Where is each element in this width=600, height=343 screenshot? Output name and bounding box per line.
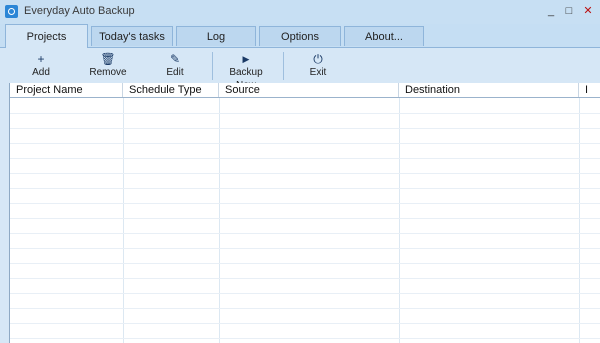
- row-divider: [10, 128, 600, 129]
- row-divider: [10, 143, 600, 144]
- row-divider: [10, 293, 600, 294]
- table-header: Project Name Schedule Type Source Destin…: [10, 83, 600, 98]
- row-divider: [10, 188, 600, 189]
- edit-label: Edit: [166, 67, 184, 78]
- edit-button[interactable]: ✎ Edit: [158, 52, 192, 80]
- plus-icon: +: [37, 52, 45, 66]
- tab-todays-tasks[interactable]: Today's tasks: [91, 26, 173, 46]
- tab-log[interactable]: Log: [176, 26, 256, 46]
- column-divider: [123, 98, 124, 343]
- row-divider: [10, 308, 600, 309]
- column-project-name[interactable]: Project Name: [10, 83, 123, 97]
- close-button[interactable]: ✕: [581, 4, 595, 18]
- row-divider: [10, 203, 600, 204]
- add-button[interactable]: + Add: [22, 52, 60, 80]
- toolbar-separator: [212, 52, 213, 80]
- projects-table[interactable]: Project Name Schedule Type Source Destin…: [9, 83, 600, 343]
- row-divider: [10, 248, 600, 249]
- column-divider: [219, 98, 220, 343]
- toolbar: + Add 🗑 Remove ✎ Edit ▶ Backup Now ⏻ Exi…: [0, 48, 600, 91]
- app-icon: [5, 5, 18, 18]
- tab-about[interactable]: About...: [344, 26, 424, 46]
- projects-panel: + Add 🗑 Remove ✎ Edit ▶ Backup Now ⏻ Exi…: [0, 47, 600, 343]
- column-extra[interactable]: I: [579, 83, 600, 97]
- tab-bar: Projects Today's tasks Log Options About…: [0, 24, 600, 48]
- remove-label: Remove: [89, 67, 127, 78]
- trash-icon: 🗑: [100, 52, 116, 66]
- maximize-button[interactable]: □: [562, 4, 576, 18]
- row-divider: [10, 233, 600, 234]
- row-divider: [10, 218, 600, 219]
- exit-label: Exit: [309, 67, 327, 78]
- row-divider: [10, 278, 600, 279]
- column-destination[interactable]: Destination: [399, 83, 579, 97]
- add-label: Add: [32, 67, 50, 78]
- window-title: Everyday Auto Backup: [24, 5, 135, 17]
- row-divider: [10, 158, 600, 159]
- row-divider: [10, 113, 600, 114]
- remove-button[interactable]: 🗑 Remove: [86, 52, 130, 80]
- play-icon: ▶: [242, 54, 250, 64]
- minimize-button[interactable]: _: [544, 4, 558, 18]
- backup-now-button[interactable]: ▶ Backup Now: [218, 52, 274, 91]
- pencil-icon: ✎: [169, 52, 181, 66]
- title-bar: Everyday Auto Backup _ □ ✕: [0, 0, 600, 24]
- toolbar-separator: [283, 52, 284, 80]
- row-divider: [10, 323, 600, 324]
- row-divider: [10, 338, 600, 339]
- column-divider: [399, 98, 400, 343]
- column-source[interactable]: Source: [219, 83, 399, 97]
- exit-button[interactable]: ⏻ Exit: [302, 52, 334, 80]
- power-icon: ⏻: [313, 52, 323, 66]
- tab-options[interactable]: Options: [259, 26, 341, 46]
- column-divider: [579, 98, 580, 343]
- tab-projects[interactable]: Projects: [5, 24, 88, 48]
- row-divider: [10, 173, 600, 174]
- row-divider: [10, 263, 600, 264]
- column-schedule-type[interactable]: Schedule Type: [123, 83, 219, 97]
